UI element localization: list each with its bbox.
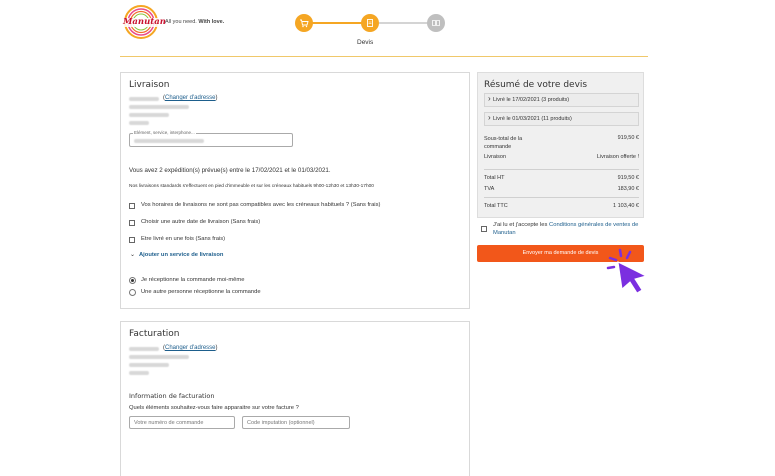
receiver-radio-other[interactable] xyxy=(129,289,136,296)
click-cursor-icon xyxy=(606,248,648,294)
billing-name-redacted xyxy=(129,347,159,351)
option-checkbox-schedule[interactable] xyxy=(129,203,135,209)
header-divider xyxy=(120,56,648,57)
receiver-label-other: Une autre personne réceptionne la comman… xyxy=(141,289,261,295)
quote-summary: Résumé de votre devis Livré le 17/02/202… xyxy=(477,72,644,218)
option-label-single: Etre livré en une fois (Sans frais) xyxy=(141,236,226,242)
summary-title: Résumé de votre devis xyxy=(484,80,588,90)
total-ht-value: 919,50 € xyxy=(617,175,639,181)
tagline-bold: With love. xyxy=(198,19,225,25)
total-ht-row: Total HT 919,50 € xyxy=(484,175,639,181)
contact-value-redacted xyxy=(134,139,204,143)
total-ht-label: Total HT xyxy=(484,175,505,181)
receiver-radio-self[interactable] xyxy=(129,277,136,284)
option-checkbox-date[interactable] xyxy=(129,220,135,226)
delivery-accordion-1-label: Livré le 17/02/2021 (3 produits) xyxy=(493,97,570,103)
imputation-code-input[interactable]: Code imputation (optionnel) xyxy=(242,416,350,429)
terms-text: J'ai lu et j'accepte les Conditions géné… xyxy=(493,221,643,237)
total-ttc-label: Total TTC xyxy=(484,203,508,209)
option-label-date: Choisir une autre date de livraison (San… xyxy=(141,219,261,225)
logo-text: Manutan xyxy=(123,17,166,27)
livraison-title: Livraison xyxy=(129,80,170,90)
terms-prefix: J'ai lu et j'accepte les xyxy=(493,222,548,228)
manutan-logo[interactable]: Manutan xyxy=(120,4,166,40)
step-confirmation[interactable] xyxy=(427,14,445,32)
billing-country-redacted xyxy=(129,371,149,375)
facturation-change-address-link[interactable]: Changer d'adresse xyxy=(165,345,216,351)
receiver-label-self: Je réceptionne la commande moi-même xyxy=(141,277,245,283)
tva-value: 183,90 € xyxy=(617,186,639,192)
livraison-change-address-wrap: (Changer d'adresse) xyxy=(163,95,218,101)
add-delivery-service-link[interactable]: Ajouter un service de livraison xyxy=(139,252,223,258)
step-connector-pending xyxy=(379,22,431,24)
step-quote[interactable] xyxy=(361,14,379,32)
document-icon xyxy=(367,19,373,27)
total-ttc-row: Total TTC 1 103,40 € xyxy=(484,203,639,209)
billing-question: Quels éléments souhaitez-vous faire appa… xyxy=(129,405,299,411)
address-country-redacted xyxy=(129,121,149,125)
send-quote-request-label: Envoyer ma demande de devis xyxy=(522,250,599,256)
delivery-accordion-2-label: Livré le 01/03/2021 (11 produits) xyxy=(493,116,572,122)
option-label-schedule: Vos horaires de livraisons ne sont pas c… xyxy=(141,202,381,208)
delivery-cost-label: Livraison xyxy=(484,154,507,160)
address-city-redacted xyxy=(129,113,169,117)
billing-line-redacted xyxy=(129,355,189,359)
total-ttc-value: 1 103,40 € xyxy=(613,203,639,209)
address-name-redacted xyxy=(129,97,159,101)
standard-delivery-text: Nos livraisons standards s'effectuent en… xyxy=(129,184,374,189)
livraison-change-address-link[interactable]: Changer d'adresse xyxy=(165,95,216,101)
contact-info-field[interactable]: Elément, service, interphone... xyxy=(129,130,293,147)
facturation-title: Facturation xyxy=(129,329,180,339)
chevron-down-icon: ⌄ xyxy=(130,252,136,258)
expeditions-text: Vous avez 2 expédition(s) prévue(s) entr… xyxy=(129,167,331,174)
book-icon xyxy=(432,20,440,26)
order-number-placeholder: Votre numéro de commande xyxy=(134,420,204,426)
terms-checkbox[interactable] xyxy=(481,226,487,232)
delivery-accordion-2[interactable]: Livré le 01/03/2021 (11 produits) xyxy=(484,112,639,126)
delivery-accordion-1[interactable]: Livré le 17/02/2021 (3 produits) xyxy=(484,93,639,107)
delivery-cost-row: Livraison Livraison offerte ! xyxy=(484,154,639,160)
summary-divider-1 xyxy=(484,169,639,170)
step-label-active: Devis xyxy=(357,39,374,46)
order-number-input[interactable]: Votre numéro de commande xyxy=(129,416,235,429)
summary-divider-2 xyxy=(484,197,639,198)
subtotal-value: 919,50 € xyxy=(617,135,639,141)
checkout-steps: Devis xyxy=(295,12,445,52)
option-checkbox-single[interactable] xyxy=(129,237,135,243)
tagline-prefix: All you need. xyxy=(165,19,197,25)
contact-field-label: Elément, service, interphone... xyxy=(133,130,196,135)
imputation-placeholder: Code imputation (optionnel) xyxy=(247,420,315,426)
address-line-redacted xyxy=(129,105,189,109)
billing-city-redacted xyxy=(129,363,169,367)
delivery-cost-value: Livraison offerte ! xyxy=(596,154,639,160)
subtotal-label: Sous-total de la commande xyxy=(484,136,523,150)
facturation-panel: Facturation (Changer d'adresse) Informat… xyxy=(120,321,470,476)
step-cart[interactable] xyxy=(295,14,313,32)
tva-label: TVA xyxy=(484,186,495,192)
livraison-panel: Livraison (Changer d'adresse) Elément, s… xyxy=(120,72,470,309)
facturation-change-address-wrap: (Changer d'adresse) xyxy=(163,345,218,351)
tagline: All you need. With love. xyxy=(165,19,224,25)
subtotal-row: Sous-total de la commande 919,50 € xyxy=(484,135,639,151)
cart-icon xyxy=(300,19,309,28)
tva-row: TVA 183,90 € xyxy=(484,186,639,192)
billing-info-title: Information de facturation xyxy=(129,392,215,400)
